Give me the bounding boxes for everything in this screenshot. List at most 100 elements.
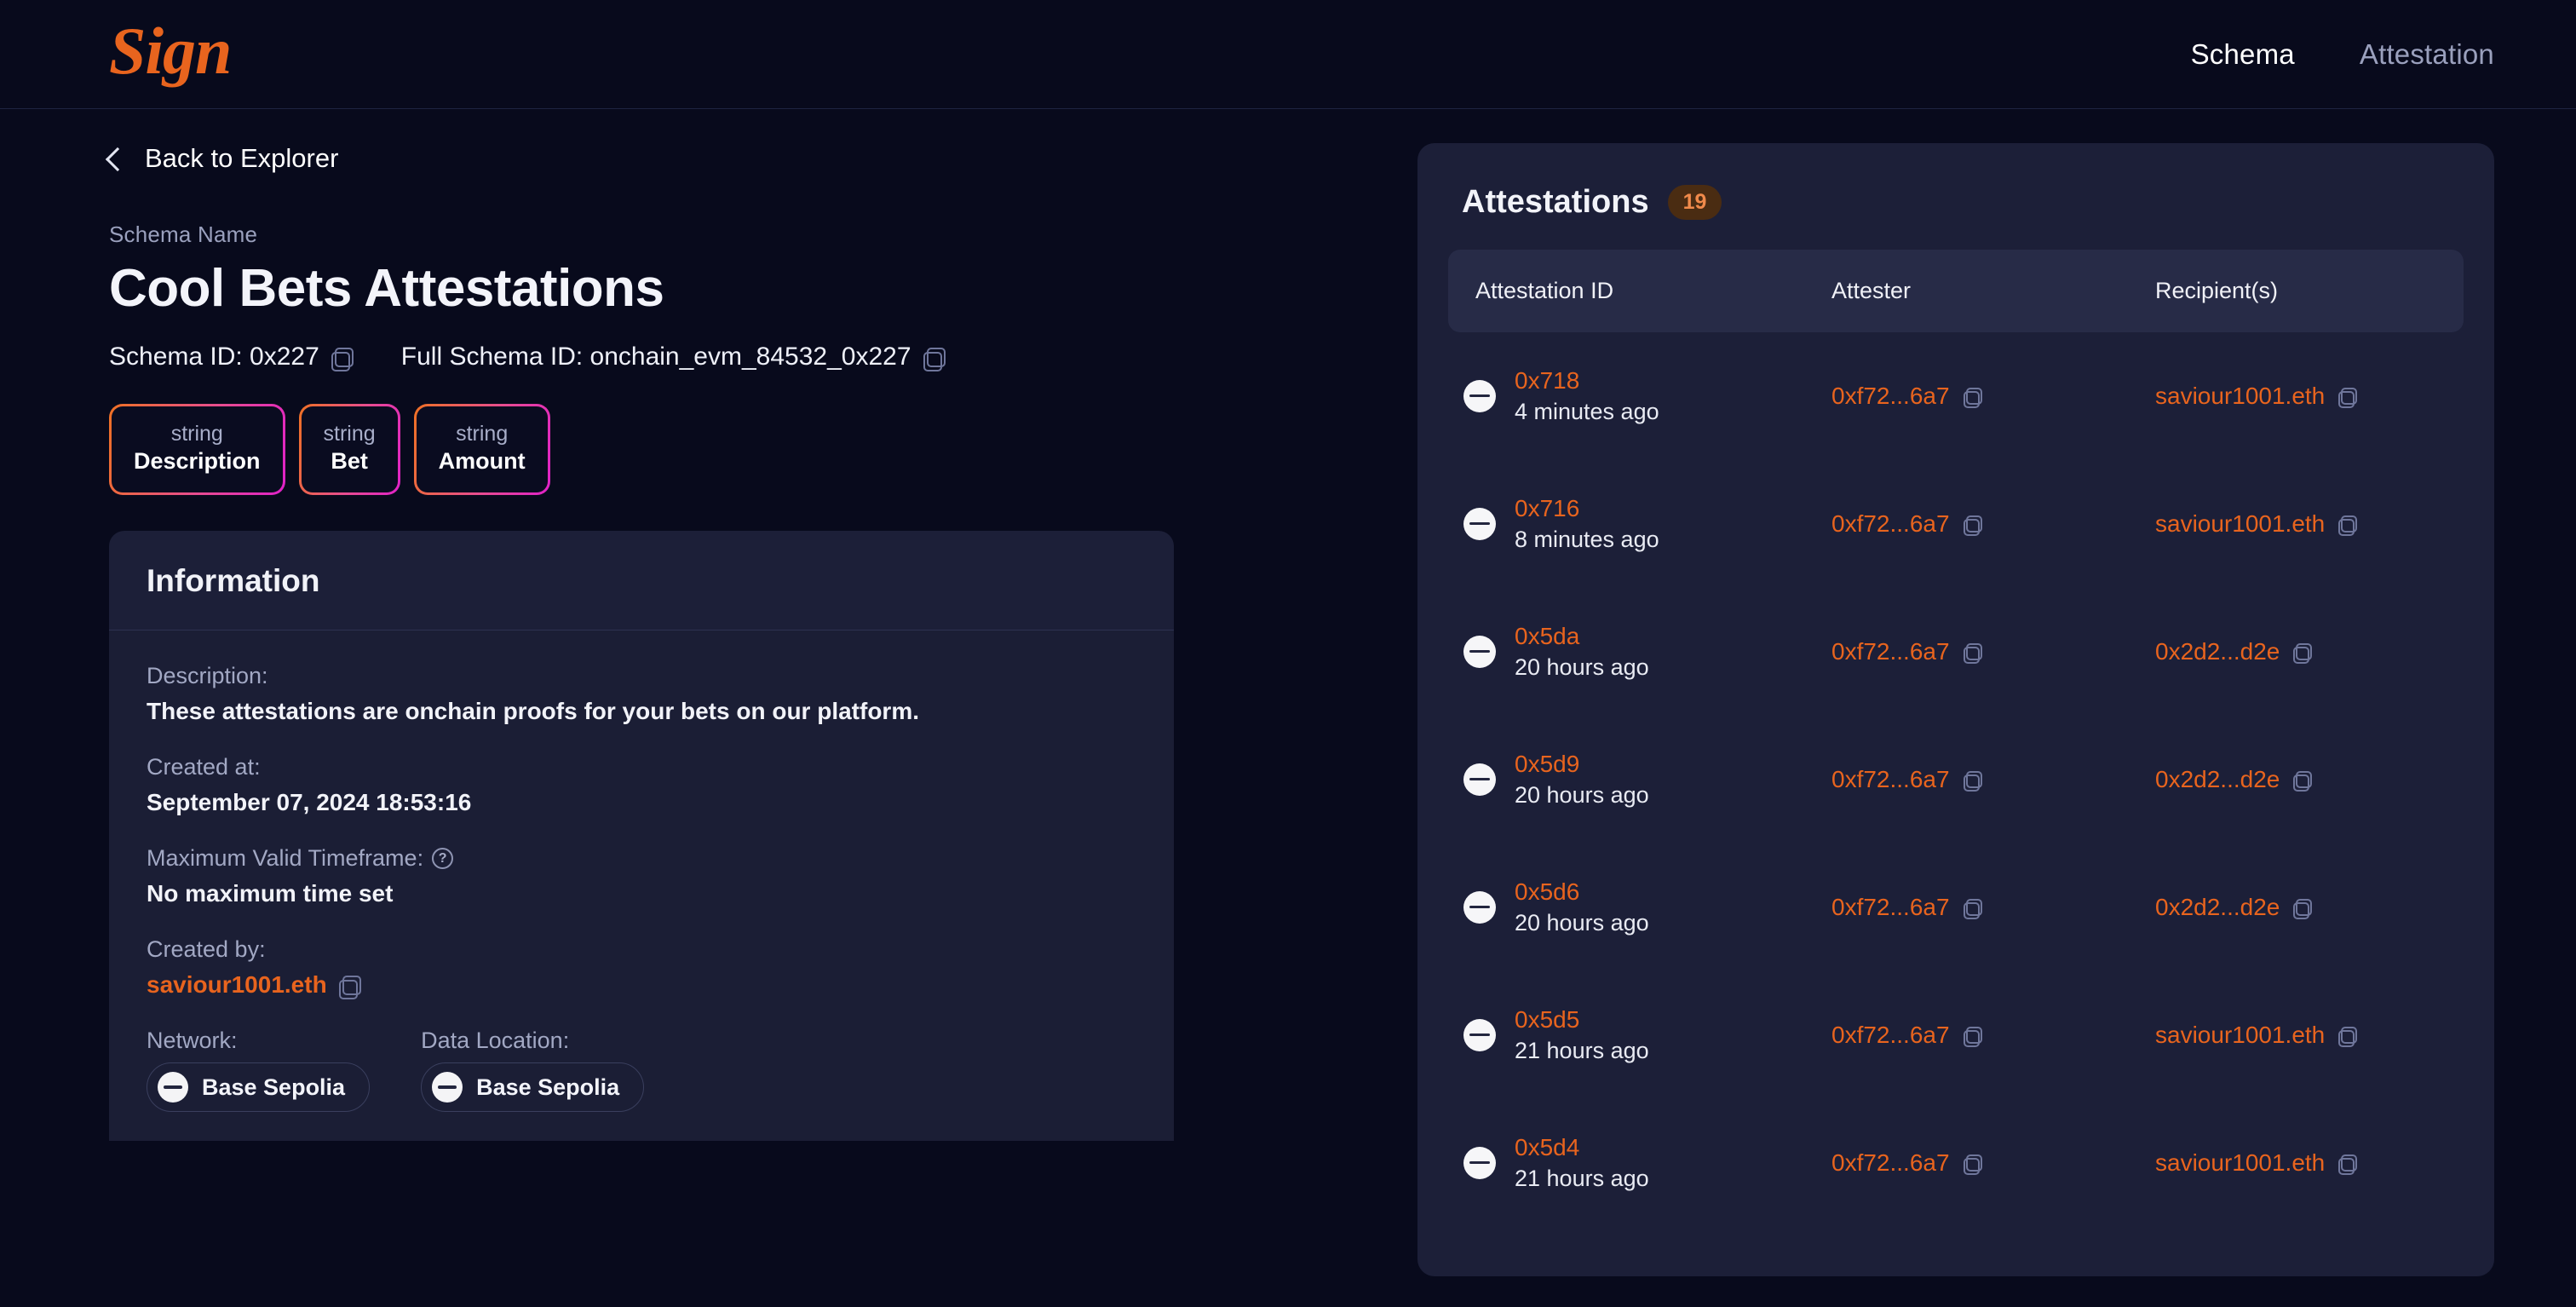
- attester-address[interactable]: 0xf72...6a7: [1831, 766, 1950, 793]
- cell-recipient: 0x2d2...d2e: [2155, 588, 2464, 716]
- copy-attester-icon[interactable]: [1963, 1154, 1982, 1175]
- created-by-value-row: saviour1001.eth: [147, 971, 1136, 999]
- table-row[interactable]: 0x716 8 minutes ago 0xf72...6a7 saviour1001…: [1448, 460, 2464, 588]
- chevron-left-icon: [105, 147, 130, 171]
- copy-recipient-icon[interactable]: [2293, 899, 2313, 919]
- field-name: Description: [134, 448, 261, 475]
- back-to-explorer-link[interactable]: Back to Explorer: [105, 143, 1302, 174]
- description-value: These attestations are onchain proofs fo…: [147, 698, 920, 724]
- copy-recipient-icon[interactable]: [2338, 1027, 2358, 1047]
- recipient-address[interactable]: 0x2d2...d2e: [2155, 638, 2280, 665]
- network-chip: Base Sepolia: [147, 1062, 371, 1112]
- recipient-address[interactable]: saviour1001.eth: [2155, 1149, 2325, 1177]
- cell-attestation-id: 0x716 8 minutes ago: [1448, 460, 1831, 588]
- help-circle-icon[interactable]: ?: [432, 848, 454, 869]
- schema-field-badge[interactable]: string Amount: [413, 404, 550, 495]
- cell-attester: 0xf72...6a7: [1831, 588, 2155, 716]
- data-location-label: Data Location:: [421, 1028, 570, 1053]
- attester-address[interactable]: 0xf72...6a7: [1831, 510, 1950, 538]
- nav-link-attestation[interactable]: Attestation: [2360, 38, 2494, 71]
- attestations-title: Attestations: [1462, 184, 1649, 220]
- left-column: Back to Explorer Schema Name Cool Bets A…: [105, 143, 1302, 1276]
- information-title: Information: [147, 563, 320, 598]
- attester-address[interactable]: 0xf72...6a7: [1831, 894, 1950, 921]
- copy-recipient-icon[interactable]: [2338, 388, 2358, 408]
- recipient-address[interactable]: 0x2d2...d2e: [2155, 894, 2280, 921]
- field-created-by: Created by: saviour1001.eth: [147, 936, 1136, 999]
- copy-attester-icon[interactable]: [1963, 771, 1982, 792]
- copy-recipient-icon[interactable]: [2293, 643, 2313, 664]
- recipient-address[interactable]: saviour1001.eth: [2155, 510, 2325, 538]
- attestations-table-body: 0x718 4 minutes ago 0xf72...6a7 saviour1001…: [1448, 332, 2464, 1227]
- copy-attester-icon[interactable]: [1963, 388, 1982, 408]
- attestation-id-link[interactable]: 0x5d6: [1515, 878, 1649, 906]
- table-row[interactable]: 0x5d6 20 hours ago 0xf72...6a7 0x2d2...d2e: [1448, 844, 2464, 971]
- description-label: Description:: [147, 663, 268, 688]
- schema-field-badge[interactable]: string Bet: [298, 404, 400, 495]
- max-timeframe-label-text: Maximum Valid Timeframe:: [147, 845, 424, 871]
- copy-attester-icon[interactable]: [1963, 1027, 1982, 1047]
- table-row[interactable]: 0x5d9 20 hours ago 0xf72...6a7 0x2d2...d2e: [1448, 716, 2464, 844]
- copy-schema-id-icon[interactable]: [331, 348, 354, 371]
- copy-attester-icon[interactable]: [1963, 899, 1982, 919]
- cell-attestation-id: 0x5d5 21 hours ago: [1448, 971, 1831, 1099]
- base-sepolia-chain-icon: [1463, 1146, 1496, 1179]
- attestation-id-link[interactable]: 0x5d4: [1515, 1134, 1649, 1161]
- recipient-address[interactable]: 0x2d2...d2e: [2155, 766, 2280, 793]
- attestation-id-link[interactable]: 0x718: [1515, 367, 1659, 394]
- base-sepolia-chain-icon: [432, 1072, 463, 1103]
- cell-recipient: 0x2d2...d2e: [2155, 716, 2464, 844]
- copy-recipient-icon[interactable]: [2293, 771, 2313, 792]
- table-row[interactable]: 0x5d4 21 hours ago 0xf72...6a7 saviour1001.…: [1448, 1099, 2464, 1227]
- column-header-recipients[interactable]: Recipient(s): [2155, 250, 2464, 332]
- cell-attester: 0xf72...6a7: [1831, 971, 2155, 1099]
- attestation-timestamp: 20 hours ago: [1515, 909, 1649, 936]
- cell-attester: 0xf72...6a7: [1831, 716, 2155, 844]
- table-row[interactable]: 0x5d5 21 hours ago 0xf72...6a7 saviour1001.…: [1448, 971, 2464, 1099]
- page-content: Back to Explorer Schema Name Cool Bets A…: [0, 109, 2576, 1276]
- attestation-id-link[interactable]: 0x5d9: [1515, 751, 1649, 778]
- table-row[interactable]: 0x5da 20 hours ago 0xf72...6a7 0x2d2...d2e: [1448, 588, 2464, 716]
- attestation-id-link[interactable]: 0x5d5: [1515, 1006, 1649, 1034]
- attestation-id-link[interactable]: 0x716: [1515, 495, 1659, 522]
- field-name: Bet: [331, 448, 368, 475]
- cell-attester: 0xf72...6a7: [1831, 460, 2155, 588]
- cell-attestation-id: 0x718 4 minutes ago: [1448, 332, 1831, 460]
- table-row[interactable]: 0x718 4 minutes ago 0xf72...6a7 saviour1001…: [1448, 332, 2464, 460]
- copy-recipient-icon[interactable]: [2338, 515, 2358, 536]
- cell-recipient: saviour1001.eth: [2155, 1099, 2464, 1227]
- nav-link-schema[interactable]: Schema: [2191, 38, 2295, 71]
- copy-full-schema-id-icon[interactable]: [923, 348, 946, 371]
- cell-attestation-id: 0x5d9 20 hours ago: [1448, 716, 1831, 844]
- field-data-location: Data Location: Base Sepolia: [421, 1028, 645, 1112]
- cell-attestation-id: 0x5d4 21 hours ago: [1448, 1099, 1831, 1227]
- recipient-address[interactable]: saviour1001.eth: [2155, 1022, 2325, 1049]
- attester-address[interactable]: 0xf72...6a7: [1831, 638, 1950, 665]
- page-title: Cool Bets Attestations: [109, 259, 664, 318]
- sign-logo[interactable]: Sign: [109, 17, 232, 84]
- top-navigation-bar: Sign Schema Attestation: [0, 0, 2576, 109]
- schema-field-badge[interactable]: string Description: [109, 404, 285, 495]
- attester-address[interactable]: 0xf72...6a7: [1831, 1149, 1950, 1177]
- schema-field-badges: string Description string Bet string Amo…: [109, 404, 1302, 495]
- max-timeframe-label: Maximum Valid Timeframe: ?: [147, 845, 1136, 872]
- field-type: string: [323, 422, 376, 446]
- copy-attester-icon[interactable]: [1963, 643, 1982, 664]
- attester-address[interactable]: 0xf72...6a7: [1831, 1022, 1950, 1049]
- copy-recipient-icon[interactable]: [2338, 1154, 2358, 1175]
- attestation-id-link[interactable]: 0x5da: [1515, 623, 1649, 650]
- information-card-body: Description: These attestations are onch…: [109, 630, 1174, 1141]
- recipient-address[interactable]: saviour1001.eth: [2155, 383, 2325, 410]
- created-by-value[interactable]: saviour1001.eth: [147, 971, 327, 999]
- main-nav: Schema Attestation: [2191, 38, 2494, 71]
- created-by-label: Created by:: [147, 936, 266, 962]
- attester-address[interactable]: 0xf72...6a7: [1831, 383, 1950, 410]
- attestations-table: Attestation ID Attester Recipient(s) 0x7…: [1448, 250, 2464, 1227]
- column-header-attestation-id[interactable]: Attestation ID: [1448, 250, 1831, 332]
- created-at-value: September 07, 2024 18:53:16: [147, 789, 472, 815]
- schema-id-text: Schema ID: 0x227: [109, 343, 319, 371]
- copy-attester-icon[interactable]: [1963, 515, 1982, 536]
- base-sepolia-chain-icon: [1463, 507, 1496, 540]
- copy-created-by-icon[interactable]: [338, 976, 361, 999]
- column-header-attester[interactable]: Attester: [1831, 250, 2155, 332]
